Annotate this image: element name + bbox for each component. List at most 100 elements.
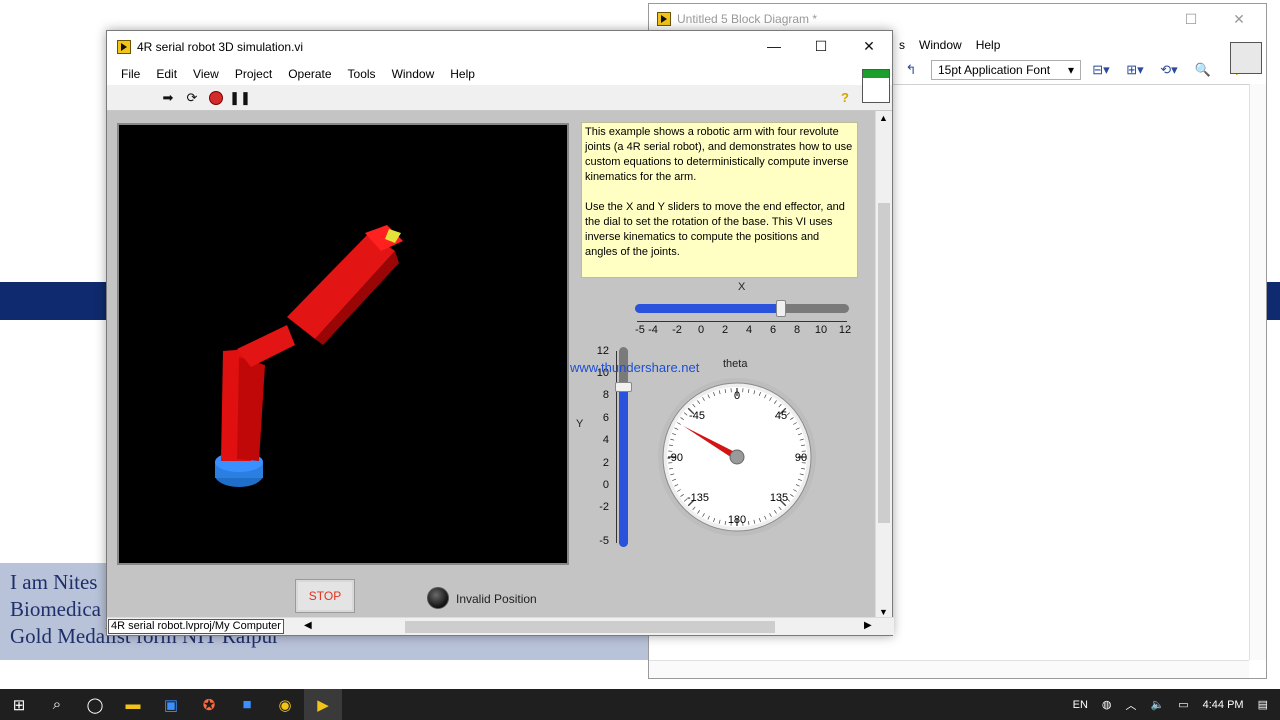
menu-project[interactable]: Project <box>227 67 280 81</box>
labview-taskbar-icon[interactable]: ▶ <box>304 689 342 720</box>
redo-icon[interactable]: ↰ <box>897 60 925 80</box>
y-tick-label: 2 <box>602 457 609 469</box>
watermark-text: www.thundershare.net <box>570 360 700 375</box>
fp-vertical-scrollbar[interactable]: ▲ ▼ <box>875 111 892 619</box>
chrome-icon[interactable]: ◉ <box>266 689 304 720</box>
bd-maximize-button[interactable]: ☐ <box>1168 4 1214 34</box>
scroll-left-icon[interactable]: ◀ <box>304 620 312 631</box>
search-icon[interactable]: ⌕ <box>38 689 76 720</box>
menu-operate[interactable]: Operate <box>280 67 339 81</box>
dial-tick-label: -45 <box>689 410 705 422</box>
3d-scene-display[interactable] <box>117 123 569 565</box>
run-continuously-icon[interactable]: ⟳ <box>183 89 201 107</box>
x-tick-label: 2 <box>721 324 729 336</box>
chevron-up-icon[interactable]: ︿ <box>1126 697 1137 713</box>
y-tick-label: 4 <box>602 434 609 446</box>
theta-dial[interactable]: 0 45 90 135 180 -135 -90 -45 <box>657 377 817 537</box>
language-indicator[interactable]: EN <box>1073 699 1088 711</box>
bd-menu-window[interactable]: Window <box>919 38 962 52</box>
stop-button[interactable]: STOP <box>295 579 355 613</box>
x-tick-label: -2 <box>672 324 682 336</box>
y-tick-label: 12 <box>596 345 609 357</box>
notification-icon[interactable]: ▤ <box>1258 698 1268 711</box>
display-icon[interactable]: ▭ <box>1178 698 1188 711</box>
distribute-objects-icon[interactable]: ⊞▾ <box>1121 60 1149 80</box>
bd-vertical-scrollbar[interactable] <box>1249 84 1266 660</box>
windows-start-icon[interactable]: ⊞ <box>0 689 38 720</box>
context-help-icon[interactable]: ? <box>836 89 854 107</box>
menu-window[interactable]: Window <box>384 67 443 81</box>
x-tick-label: 8 <box>793 324 801 336</box>
scroll-up-icon[interactable]: ▲ <box>879 113 888 123</box>
invalid-position-led <box>427 587 449 609</box>
dial-tick-label: 135 <box>770 492 788 504</box>
font-selector[interactable]: 15pt Application Font ▾ <box>931 60 1081 80</box>
cortana-icon[interactable]: ◯ <box>76 689 114 720</box>
description-paragraph-1: This example shows a robotic arm with fo… <box>585 126 853 183</box>
front-panel-window[interactable]: 4R serial robot 3D simulation.vi — ☐ ✕ F… <box>106 30 894 636</box>
app-icon[interactable]: ✪ <box>190 689 228 720</box>
x-slider-scale <box>637 314 847 322</box>
run-arrow-icon[interactable]: ➡ <box>159 89 177 107</box>
search-icon[interactable]: 🔍 <box>1189 60 1217 80</box>
y-slider-thumb[interactable] <box>615 382 632 392</box>
abort-icon[interactable] <box>207 89 225 107</box>
fp-maximize-button[interactable]: ☐ <box>798 31 844 61</box>
dial-tick-label: 0 <box>734 390 740 402</box>
dial-tick-label: -135 <box>687 492 709 504</box>
block-diagram-title: Untitled 5 Block Diagram * <box>677 12 818 26</box>
x-tick-label: 12 <box>838 324 852 336</box>
description-box: This example shows a robotic arm with fo… <box>581 122 858 278</box>
fp-vertical-thumb[interactable] <box>878 203 890 523</box>
description-paragraph-2: Use the X and Y sliders to move the end … <box>585 201 845 258</box>
x-slider-label: X <box>738 281 746 293</box>
volume-icon[interactable]: 🔈 <box>1151 698 1165 711</box>
align-objects-icon[interactable]: ⊟▾ <box>1087 60 1115 80</box>
front-panel-canvas: This example shows a robotic arm with fo… <box>107 111 877 619</box>
x-tick-label: 10 <box>814 324 828 336</box>
labview-icon <box>117 40 131 54</box>
dial-tick-label: 45 <box>775 410 787 422</box>
bd-menu-item[interactable]: s <box>899 38 905 52</box>
scroll-down-icon[interactable]: ▼ <box>879 607 888 617</box>
zoom-icon[interactable]: ▣ <box>152 689 190 720</box>
scroll-right-icon[interactable]: ▶ <box>864 620 872 631</box>
x-tick-label: -5 <box>635 324 645 336</box>
y-tick-label: -5 <box>599 535 609 547</box>
invalid-position-label: Invalid Position <box>456 592 537 606</box>
y-slider-fill <box>619 387 628 547</box>
network-icon[interactable]: ◍ <box>1102 698 1112 711</box>
fp-horizontal-thumb[interactable] <box>405 621 775 633</box>
bd-menu-help[interactable]: Help <box>976 38 1001 52</box>
file-explorer-icon[interactable]: ▬ <box>114 689 152 720</box>
system-tray: EN ◍ ︿ 🔈 ▭ 4:44 PM ▤ <box>1073 689 1280 720</box>
menu-help[interactable]: Help <box>442 67 483 81</box>
menu-edit[interactable]: Edit <box>148 67 185 81</box>
menu-tools[interactable]: Tools <box>340 67 384 81</box>
labview-icon <box>657 12 671 26</box>
x-slider[interactable] <box>635 300 849 317</box>
pause-icon[interactable]: ❚❚ <box>229 89 251 107</box>
y-slider-label: Y <box>576 418 584 430</box>
y-tick-label: 8 <box>602 389 609 401</box>
fp-close-button[interactable]: ✕ <box>846 31 892 61</box>
vi-icon[interactable] <box>1230 42 1262 74</box>
y-tick-label: 0 <box>602 479 609 491</box>
y-slider[interactable] <box>615 347 632 547</box>
reorder-icon[interactable]: ⟲▾ <box>1155 60 1183 80</box>
block-diagram-toolbar: ↰ 15pt Application Font ▾ ⊟▾ ⊞▾ ⟲▾ 🔍 ? <box>897 60 1251 80</box>
vi-connector-icon[interactable] <box>862 69 890 103</box>
bd-close-button[interactable]: ✕ <box>1216 4 1262 34</box>
y-tick-label: 6 <box>602 412 609 424</box>
video-call-icon[interactable]: ■ <box>228 689 266 720</box>
project-path: 4R serial robot.lvproj/My Computer <box>108 619 284 634</box>
menu-file[interactable]: File <box>113 67 148 81</box>
menu-view[interactable]: View <box>185 67 227 81</box>
x-tick-label: 0 <box>697 324 705 336</box>
fp-minimize-button[interactable]: — <box>751 31 797 61</box>
clock[interactable]: 4:44 PM <box>1203 699 1244 711</box>
x-slider-fill <box>635 304 782 313</box>
front-panel-title: 4R serial robot 3D simulation.vi <box>137 40 304 54</box>
bd-horizontal-scrollbar[interactable] <box>649 660 1249 678</box>
x-tick-label: 6 <box>769 324 777 336</box>
